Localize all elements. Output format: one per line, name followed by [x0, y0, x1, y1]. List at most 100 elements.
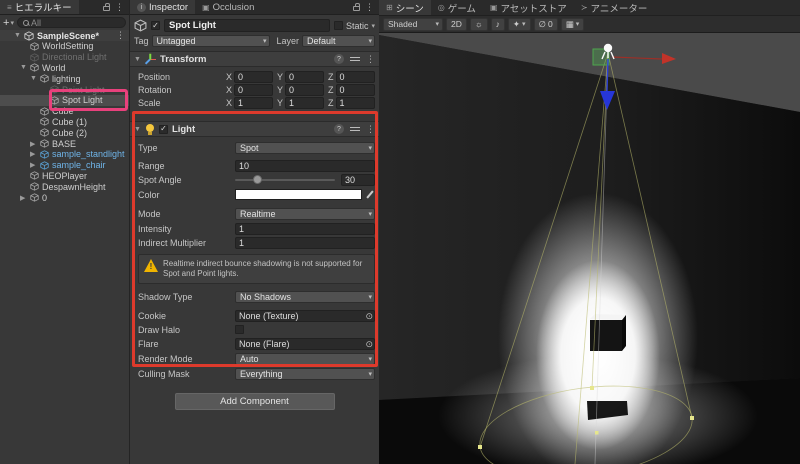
color-label: Color	[138, 189, 160, 200]
tab-animator-tab[interactable]: ≻ アニメーター	[574, 0, 655, 15]
render-mode-dropdown[interactable]: Auto ▾	[235, 352, 375, 365]
scene-audio-toggle[interactable]: ♪	[490, 17, 505, 31]
add-component-button[interactable]: Add Component	[174, 393, 335, 410]
position-y-field[interactable]: 0	[285, 70, 324, 83]
static-checkbox[interactable]	[333, 21, 343, 30]
tab-game-tab[interactable]: ◎ ゲーム	[431, 0, 483, 15]
spot-angle-field[interactable]: 30	[341, 174, 375, 186]
presets-icon[interactable]	[350, 55, 360, 63]
tab-hierarchy[interactable]: ≡ ヒエラルキー	[0, 0, 79, 14]
help-icon[interactable]: ?	[334, 124, 344, 134]
asset-store-tab-icon: ▣	[489, 3, 498, 12]
active-checkbox[interactable]: ✓	[151, 21, 160, 30]
component-menu-icon[interactable]: ⋮	[366, 124, 375, 135]
light-type-dropdown[interactable]: Spot ▾	[235, 142, 375, 154]
hierarchy-item-world[interactable]: ▼ World	[0, 63, 129, 74]
position-x-field[interactable]: 0	[234, 70, 273, 83]
component-menu-icon[interactable]: ⋮	[366, 54, 375, 65]
tab-occlusion[interactable]: ▣ Occlusion	[195, 0, 261, 14]
scene-menu-icon[interactable]: ⋮	[116, 30, 129, 41]
hierarchy-item-despawnheight[interactable]: DespawnHeight	[0, 181, 129, 192]
tab-scene-tab[interactable]: ⊞ シーン	[379, 0, 431, 15]
foldout-open-icon[interactable]: ▼	[20, 64, 27, 71]
transform-header[interactable]: ▼ Transform ? ⋮	[130, 51, 379, 67]
gameobject-cube-icon[interactable]	[134, 19, 147, 32]
foldout-open-icon[interactable]: ▼	[14, 32, 21, 39]
light-header[interactable]: ▼ ✓ Light ? ⋮	[130, 121, 379, 137]
rotation-row: Rotation X 0 Y 0 Z 0	[130, 83, 379, 96]
draw-halo-checkbox[interactable]	[235, 325, 244, 334]
2d-toggle-button[interactable]: 2D	[446, 17, 467, 31]
hierarchy-item-base[interactable]: ▶ BASE	[0, 138, 129, 149]
scene-panel: ⊞ シーン ◎ ゲーム ▣ アセットストア ≻ アニメーター Shaded ▾ 2D ☼ ♪ …	[379, 0, 800, 464]
scene-effects-toggle[interactable]: ✦ ▾	[507, 17, 531, 31]
foldout-closed-icon[interactable]: ▶	[30, 140, 37, 148]
cookie-object-field[interactable]: None (Texture) ⊙	[235, 309, 375, 322]
scene-lighting-toggle[interactable]: ☼	[469, 17, 488, 31]
help-icon[interactable]: ?	[334, 54, 344, 64]
tab-inspector[interactable]: i Inspector	[130, 0, 196, 14]
scale-y-field[interactable]: 1	[285, 96, 324, 109]
foldout-open-icon[interactable]: ▼	[134, 56, 141, 63]
hierarchy-search-input[interactable]: All	[16, 17, 126, 28]
hierarchy-item-worldsetting[interactable]: WorldSetting	[0, 41, 129, 52]
scene-viewport[interactable]	[379, 33, 800, 464]
scale-x-field[interactable]: 1	[234, 96, 273, 109]
foldout-closed-icon[interactable]: ▶	[30, 150, 37, 158]
panel-menu-icon[interactable]: ⋮	[365, 2, 374, 13]
tag-dropdown[interactable]: Untagged ▾	[151, 34, 270, 47]
tab-asset-store-tab[interactable]: ▣ アセットストア	[483, 0, 574, 15]
hidden-objects-button[interactable]: ∅ 0	[533, 17, 558, 31]
foldout-closed-icon[interactable]: ▶	[20, 194, 27, 202]
spot-angle-slider[interactable]	[235, 175, 335, 184]
hierarchy-item-cube[interactable]: Cube	[0, 106, 129, 117]
hierarchy-item-heoplayer[interactable]: HEOPlayer	[0, 171, 129, 182]
foldout-open-icon[interactable]: ▼	[134, 126, 141, 133]
panel-menu-icon[interactable]: ⋮	[115, 2, 124, 13]
shadow-type-label: Shadow Type	[138, 291, 193, 302]
scale-z-field[interactable]: 1	[335, 96, 375, 109]
animator-tab-icon: ≻	[580, 3, 588, 12]
rotation-z-field[interactable]: 0	[335, 83, 375, 96]
render-mode-label: Render Mode	[138, 353, 193, 364]
lock-icon[interactable]	[353, 3, 360, 11]
shadow-type-dropdown[interactable]: No Shadows ▾	[235, 290, 375, 303]
object-picker-icon[interactable]: ⊙	[365, 311, 373, 321]
scene-header-samplescene[interactable]: ▼ SampleScene* ⋮	[0, 30, 129, 41]
mode-dropdown[interactable]: Realtime ▾	[235, 208, 375, 220]
hierarchy-item-sample-chair[interactable]: ▶ sample_chair	[0, 160, 129, 171]
layer-dropdown[interactable]: Default ▾	[302, 34, 375, 47]
hierarchy-item-point-light[interactable]: Point Light	[0, 84, 129, 95]
indirect-multiplier-field[interactable]: 1	[235, 237, 375, 249]
create-object-button[interactable]: + ▾	[3, 17, 14, 29]
hierarchy-item-0[interactable]: ▶ 0	[0, 192, 129, 203]
hierarchy-item-directional-light[interactable]: Directional Light	[0, 52, 129, 63]
hierarchy-item-label: Cube (2)	[52, 127, 88, 138]
eyedropper-icon[interactable]	[366, 189, 375, 200]
hierarchy-item-spot-light[interactable]: Spot Light	[0, 94, 129, 106]
rotation-y-field[interactable]: 0	[285, 83, 324, 96]
flare-object-field[interactable]: None (Flare) ⊙	[235, 337, 375, 350]
foldout-closed-icon[interactable]: ▶	[30, 161, 37, 169]
color-swatch[interactable]	[235, 189, 362, 200]
range-label: Range	[138, 160, 165, 171]
culling-mask-dropdown[interactable]: Everything ▾	[235, 367, 375, 380]
lock-icon[interactable]	[103, 3, 110, 11]
hierarchy-item-cube-2[interactable]: Cube (2)	[0, 127, 129, 138]
object-picker-icon[interactable]: ⊙	[365, 339, 373, 349]
chevron-down-icon[interactable]: ▾	[371, 22, 375, 30]
presets-icon[interactable]	[350, 125, 360, 133]
hierarchy-item-lighting[interactable]: ▼ lighting	[0, 73, 129, 84]
light-enabled-checkbox[interactable]: ✓	[158, 124, 168, 134]
range-field[interactable]: 10	[235, 159, 375, 172]
foldout-open-icon[interactable]: ▼	[30, 75, 37, 82]
slider-thumb[interactable]	[253, 175, 262, 184]
intensity-field[interactable]: 1	[235, 223, 375, 235]
shading-mode-dropdown[interactable]: Shaded ▾	[383, 17, 443, 31]
hierarchy-item-sample-standlight[interactable]: ▶ sample_standlight	[0, 149, 129, 160]
grid-settings-button[interactable]: ▦ ▾	[560, 17, 585, 31]
position-z-field[interactable]: 0	[335, 70, 375, 83]
rotation-x-field[interactable]: 0	[234, 83, 273, 96]
gameobject-name-field[interactable]: Spot Light	[164, 19, 330, 32]
hierarchy-item-cube-1[interactable]: Cube (1)	[0, 117, 129, 128]
